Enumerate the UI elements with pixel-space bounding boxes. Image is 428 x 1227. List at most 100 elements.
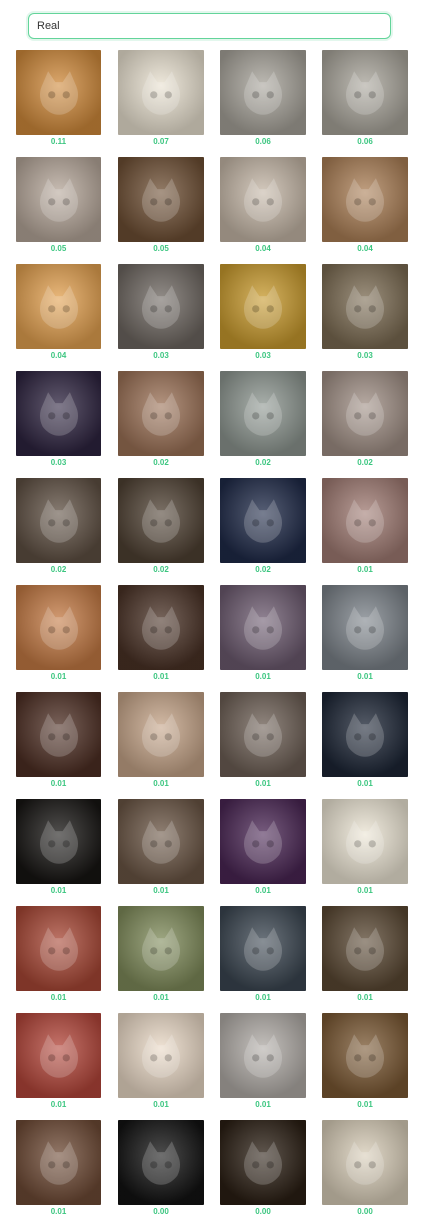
gallery-item[interactable]: 0.01 xyxy=(322,799,408,906)
gallery-item[interactable]: 0.02 xyxy=(118,478,204,585)
gallery-item[interactable]: 0.01 xyxy=(322,906,408,1013)
image-thumbnail[interactable] xyxy=(16,157,101,242)
gallery-item[interactable]: 0.03 xyxy=(220,264,306,371)
gallery-item[interactable]: 0.01 xyxy=(118,906,204,1013)
gallery-item[interactable]: 0.01 xyxy=(322,1013,408,1120)
image-thumbnail[interactable] xyxy=(220,264,306,349)
image-thumbnail[interactable] xyxy=(220,1120,306,1205)
image-thumbnail[interactable] xyxy=(322,585,408,670)
image-thumbnail[interactable] xyxy=(220,1013,306,1098)
image-thumbnail[interactable] xyxy=(220,692,306,777)
image-thumbnail[interactable] xyxy=(118,1013,204,1098)
image-thumbnail[interactable] xyxy=(16,264,101,349)
gallery-item[interactable]: 0.01 xyxy=(322,585,408,692)
similarity-score: 0.01 xyxy=(50,993,67,1002)
gallery-item[interactable]: 0.07 xyxy=(118,50,204,157)
image-thumbnail[interactable] xyxy=(118,585,204,670)
image-thumbnail[interactable] xyxy=(118,371,204,456)
gallery-item[interactable]: 0.01 xyxy=(220,1013,306,1120)
gallery-item[interactable]: 0.04 xyxy=(16,264,101,371)
gallery-item[interactable]: 0.04 xyxy=(220,157,306,264)
cat-image-icon xyxy=(39,177,78,222)
image-thumbnail[interactable] xyxy=(322,50,408,135)
image-thumbnail[interactable] xyxy=(118,50,204,135)
image-thumbnail[interactable] xyxy=(220,50,306,135)
image-thumbnail[interactable] xyxy=(16,1013,101,1098)
image-thumbnail[interactable] xyxy=(220,478,306,563)
similarity-score: 0.01 xyxy=(50,672,67,681)
image-thumbnail[interactable] xyxy=(220,157,306,242)
image-thumbnail[interactable] xyxy=(16,371,101,456)
cat-image-icon xyxy=(345,284,385,329)
gallery-item[interactable]: 0.01 xyxy=(16,1120,101,1227)
gallery-item[interactable]: 0.01 xyxy=(16,692,101,799)
gallery-item[interactable]: 0.05 xyxy=(16,157,101,264)
search-input[interactable] xyxy=(28,13,391,39)
gallery-item[interactable]: 0.01 xyxy=(220,692,306,799)
gallery-item[interactable]: 0.01 xyxy=(322,478,408,585)
image-thumbnail[interactable] xyxy=(322,692,408,777)
image-thumbnail[interactable] xyxy=(322,371,408,456)
image-thumbnail[interactable] xyxy=(118,906,204,991)
gallery-item[interactable]: 0.01 xyxy=(16,799,101,906)
image-thumbnail[interactable] xyxy=(16,478,101,563)
image-thumbnail[interactable] xyxy=(16,692,101,777)
image-thumbnail[interactable] xyxy=(322,1013,408,1098)
gallery-item[interactable]: 0.01 xyxy=(220,906,306,1013)
image-thumbnail[interactable] xyxy=(220,799,306,884)
gallery-item[interactable]: 0.00 xyxy=(220,1120,306,1227)
gallery-item[interactable]: 0.03 xyxy=(16,371,101,478)
image-thumbnail[interactable] xyxy=(220,906,306,991)
image-thumbnail[interactable] xyxy=(118,264,204,349)
image-thumbnail[interactable] xyxy=(322,906,408,991)
gallery-item[interactable]: 0.06 xyxy=(220,50,306,157)
similarity-score: 0.01 xyxy=(255,672,271,681)
image-thumbnail[interactable] xyxy=(16,906,101,991)
image-thumbnail[interactable] xyxy=(322,264,408,349)
similarity-score: 0.01 xyxy=(357,779,373,788)
gallery-item[interactable]: 0.01 xyxy=(220,799,306,906)
gallery-item[interactable]: 0.01 xyxy=(118,585,204,692)
gallery-item[interactable]: 0.02 xyxy=(220,371,306,478)
image-thumbnail[interactable] xyxy=(322,1120,408,1205)
image-thumbnail[interactable] xyxy=(16,585,101,670)
gallery-row: 0.01 0.01 0.01 0.01 xyxy=(16,1013,408,1120)
gallery-item[interactable]: 0.01 xyxy=(16,906,101,1013)
gallery-item[interactable]: 0.05 xyxy=(118,157,204,264)
image-thumbnail[interactable] xyxy=(322,157,408,242)
image-thumbnail[interactable] xyxy=(16,799,101,884)
image-thumbnail[interactable] xyxy=(118,1120,204,1205)
image-thumbnail[interactable] xyxy=(220,585,306,670)
similarity-score: 0.01 xyxy=(50,779,67,788)
gallery-item[interactable]: 0.01 xyxy=(118,1013,204,1120)
gallery-item[interactable]: 0.01 xyxy=(220,585,306,692)
gallery-item[interactable]: 0.00 xyxy=(118,1120,204,1227)
gallery-item[interactable]: 0.03 xyxy=(118,264,204,371)
similarity-score: 0.02 xyxy=(153,458,169,467)
image-thumbnail[interactable] xyxy=(16,50,101,135)
gallery-item[interactable]: 0.02 xyxy=(118,371,204,478)
gallery-item[interactable]: 0.02 xyxy=(322,371,408,478)
image-thumbnail[interactable] xyxy=(16,1120,101,1205)
gallery-item[interactable]: 0.03 xyxy=(322,264,408,371)
gallery-item[interactable]: 0.02 xyxy=(16,478,101,585)
gallery-item[interactable]: 0.01 xyxy=(16,1013,101,1120)
image-thumbnail[interactable] xyxy=(118,692,204,777)
similarity-score: 0.00 xyxy=(357,1207,373,1216)
similarity-score: 0.00 xyxy=(153,1207,169,1216)
gallery-item[interactable]: 0.02 xyxy=(220,478,306,585)
gallery-item[interactable]: 0.01 xyxy=(118,692,204,799)
gallery-item[interactable]: 0.11 xyxy=(16,50,101,157)
gallery-item[interactable]: 0.01 xyxy=(322,692,408,799)
image-thumbnail[interactable] xyxy=(322,799,408,884)
image-thumbnail[interactable] xyxy=(118,799,204,884)
gallery-item[interactable]: 0.06 xyxy=(322,50,408,157)
image-thumbnail[interactable] xyxy=(118,157,204,242)
gallery-item[interactable]: 0.01 xyxy=(118,799,204,906)
image-thumbnail[interactable] xyxy=(220,371,306,456)
gallery-item[interactable]: 0.04 xyxy=(322,157,408,264)
image-thumbnail[interactable] xyxy=(322,478,408,563)
gallery-item[interactable]: 0.00 xyxy=(322,1120,408,1227)
image-thumbnail[interactable] xyxy=(118,478,204,563)
gallery-item[interactable]: 0.01 xyxy=(16,585,101,692)
